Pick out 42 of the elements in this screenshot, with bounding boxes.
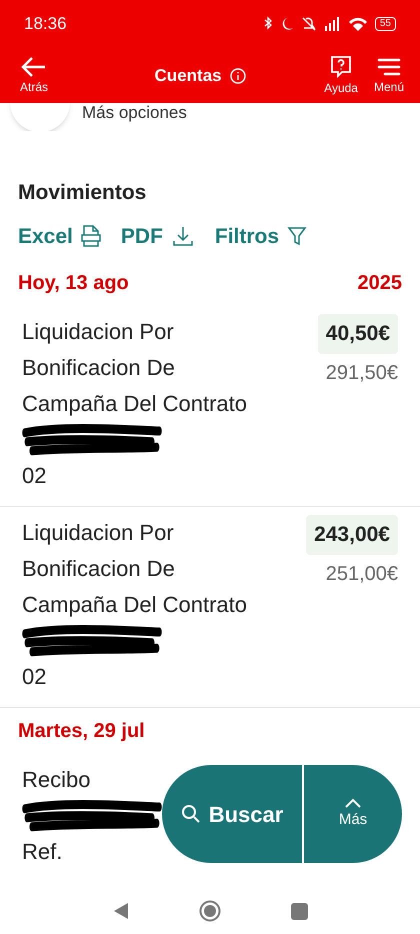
file-icon	[80, 225, 101, 248]
more-options-label[interactable]: Más opciones	[82, 103, 187, 123]
download-icon	[170, 224, 195, 248]
nav-home-icon[interactable]	[198, 900, 220, 922]
back-button[interactable]: Atrás	[16, 56, 52, 96]
battery-indicator: 55	[374, 17, 396, 31]
amount-badge: 243,00€	[306, 515, 398, 554]
movement-description: Recibo	[22, 766, 90, 794]
movement-reference: Ref.	[22, 838, 62, 866]
search-icon	[180, 804, 201, 824]
page-title: Cuentas	[154, 64, 222, 87]
movement-description: Liquidacion Por Bonificacion De Campaña Del Contrato	[22, 318, 248, 418]
movement-description: Liquidacion Por Bonificacion De Campaña Del Contrato	[22, 519, 248, 619]
date-heading: Hoy, 13 ago	[18, 271, 129, 296]
amount-badge: 40,50€	[318, 314, 398, 354]
wifi-icon	[348, 17, 367, 31]
action-link[interactable]: Filtros	[214, 220, 308, 252]
back-arrow-icon	[21, 56, 47, 78]
date-heading: Martes, 29 jul	[18, 719, 145, 744]
moon-icon	[280, 17, 293, 31]
help-button[interactable]: Ayuda	[324, 54, 358, 96]
balance-text: 251,00€	[326, 562, 398, 586]
menu-button[interactable]: Menú	[374, 56, 404, 96]
section-title: Movimientos	[18, 180, 148, 206]
filter-icon	[287, 226, 308, 246]
status-time: 18:36	[24, 13, 67, 36]
chevron-up-icon	[344, 796, 362, 809]
more-button[interactable]: Más	[304, 765, 402, 863]
nav-back-icon[interactable]	[112, 902, 128, 920]
movement-reference: 02	[22, 663, 46, 691]
muted-bell-icon	[300, 16, 317, 32]
signal-icon	[324, 17, 341, 31]
year-label: 2025	[358, 271, 402, 296]
help-bubble-icon	[329, 54, 354, 78]
action-link[interactable]: Excel	[18, 220, 101, 252]
info-icon[interactable]	[230, 68, 246, 84]
action-link[interactable]: PDF	[120, 220, 195, 252]
movement-reference: 02	[22, 462, 46, 490]
nav-recents-icon[interactable]	[290, 902, 308, 920]
balance-text: 291,50€	[326, 360, 398, 386]
bluetooth-icon	[262, 16, 273, 32]
search-button[interactable]: Buscar	[162, 765, 302, 863]
